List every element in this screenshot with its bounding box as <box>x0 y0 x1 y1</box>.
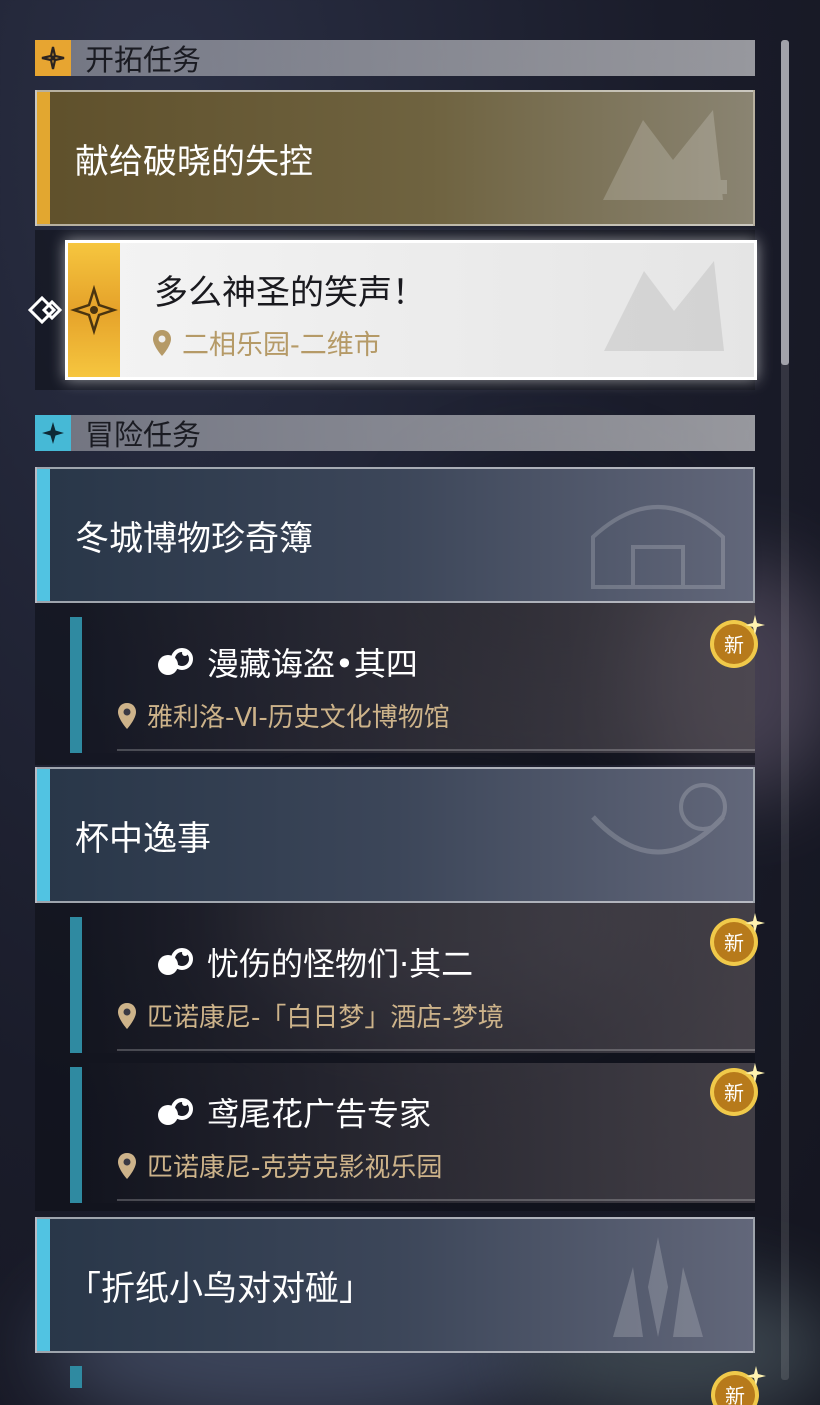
quest-location-text: 二相乐园-二维市 <box>182 330 381 361</box>
quest-group-title: 「折纸小鸟对对碰」 <box>67 1268 373 1309</box>
sub-quest-bar <box>70 1067 82 1203</box>
quest-group-card[interactable]: 「折纸小鸟对对碰」 <box>35 1217 755 1353</box>
sub-quest-item[interactable]: 漫藏诲盗•其四 雅利洛-Ⅵ-历史文化博物馆 新 <box>35 603 765 753</box>
new-badge-text: 新 <box>724 633 744 657</box>
new-badge-icon: 新 <box>710 615 765 668</box>
sub-quest-bar <box>70 1366 82 1388</box>
selection-arrow-icon <box>27 295 63 325</box>
quest-title: 漫藏诲盗•其四 <box>207 645 418 683</box>
quest-group-card[interactable]: 冬城博物珍奇簿 <box>35 467 755 603</box>
sub-quest-bar <box>70 917 82 1053</box>
card-stripe <box>37 1219 50 1351</box>
card-stripe <box>37 92 50 224</box>
quest-group-title: 献给破晓的失控 <box>75 141 313 182</box>
quest-title: 忧伤的怪物们·其二 <box>207 945 474 983</box>
new-badge-icon: 新 <box>711 1366 766 1405</box>
location-pin-icon <box>118 1152 136 1179</box>
quest-tile <box>68 243 120 377</box>
quest-location: 二相乐园-二维市 <box>152 323 381 362</box>
quest-group-title: 杯中逸事 <box>75 818 211 859</box>
quest-location-text: 雅利洛-Ⅵ-历史文化博物馆 <box>147 703 450 733</box>
adventure-icon <box>35 415 71 451</box>
location-pin-icon <box>118 702 136 729</box>
section-header-adventure: 冒险任务 <box>35 415 755 452</box>
quest-group-card[interactable]: 献给破晓的失控 <box>35 90 755 226</box>
quest-location-text: 匹诺康尼-「白日梦」酒店-梦境 <box>147 1003 504 1033</box>
quest-type-icon <box>158 648 193 675</box>
trailblaze-quest-icon <box>70 284 118 336</box>
quest-type-icon <box>158 1098 193 1125</box>
quest-type-icon <box>158 948 193 975</box>
sub-quest-item[interactable]: 鸢尾花广告专家 匹诺康尼-克劳克影视乐园 新 <box>35 1063 765 1203</box>
location-pin-icon <box>118 1002 136 1029</box>
quest-location: 匹诺康尼-克劳克影视乐园 <box>117 1147 442 1184</box>
quest-location: 匹诺康尼-「白日梦」酒店-梦境 <box>117 997 504 1034</box>
new-badge-text: 新 <box>724 931 744 955</box>
trailblaze-icon <box>35 40 71 76</box>
divider <box>117 1049 755 1051</box>
emblem-icon <box>604 261 724 351</box>
new-badge-text: 新 <box>724 1081 744 1105</box>
quest-title-row: 忧伤的怪物们·其二 <box>155 939 473 985</box>
emblem-icon <box>591 783 727 855</box>
sub-quest-bar <box>70 617 82 753</box>
new-badge-icon: 新 <box>710 913 765 966</box>
new-badge-text: 新 <box>725 1384 745 1405</box>
scrollbar[interactable] <box>781 40 789 1380</box>
card-stripe <box>37 469 50 601</box>
card-stripe <box>37 769 50 901</box>
new-badge-icon: 新 <box>710 1063 765 1116</box>
section-header-trailblaze: 开拓任务 <box>35 40 755 77</box>
divider <box>117 749 755 751</box>
section-title: 开拓任务 <box>85 43 202 77</box>
quest-title: 多么神圣的笑声！ <box>154 273 426 313</box>
quest-title-row: 漫藏诲盗•其四 <box>155 639 418 685</box>
sub-quest-item[interactable]: 忧伤的怪物们·其二 匹诺康尼-「白日梦」酒店-梦境 新 <box>35 903 765 1053</box>
quest-title: 鸢尾花广告专家 <box>207 1095 432 1133</box>
divider <box>117 1199 755 1201</box>
selected-quest-card[interactable]: 多么神圣的笑声！ 二相乐园-二维市 <box>65 240 757 380</box>
section-title: 冒险任务 <box>85 418 202 452</box>
emblem-icon <box>613 1237 703 1337</box>
quest-title-row: 鸢尾花广告专家 <box>155 1089 431 1135</box>
quest-location-text: 匹诺康尼-克劳克影视乐园 <box>147 1153 443 1183</box>
quest-group-title: 冬城博物珍奇簿 <box>75 518 313 559</box>
emblem-icon <box>591 505 725 589</box>
location-pin-icon <box>153 329 171 356</box>
emblem-icon <box>603 110 727 200</box>
scrollbar-thumb[interactable] <box>781 40 789 365</box>
quest-group-card[interactable]: 杯中逸事 <box>35 767 755 903</box>
quest-location: 雅利洛-Ⅵ-历史文化博物馆 <box>117 697 450 734</box>
